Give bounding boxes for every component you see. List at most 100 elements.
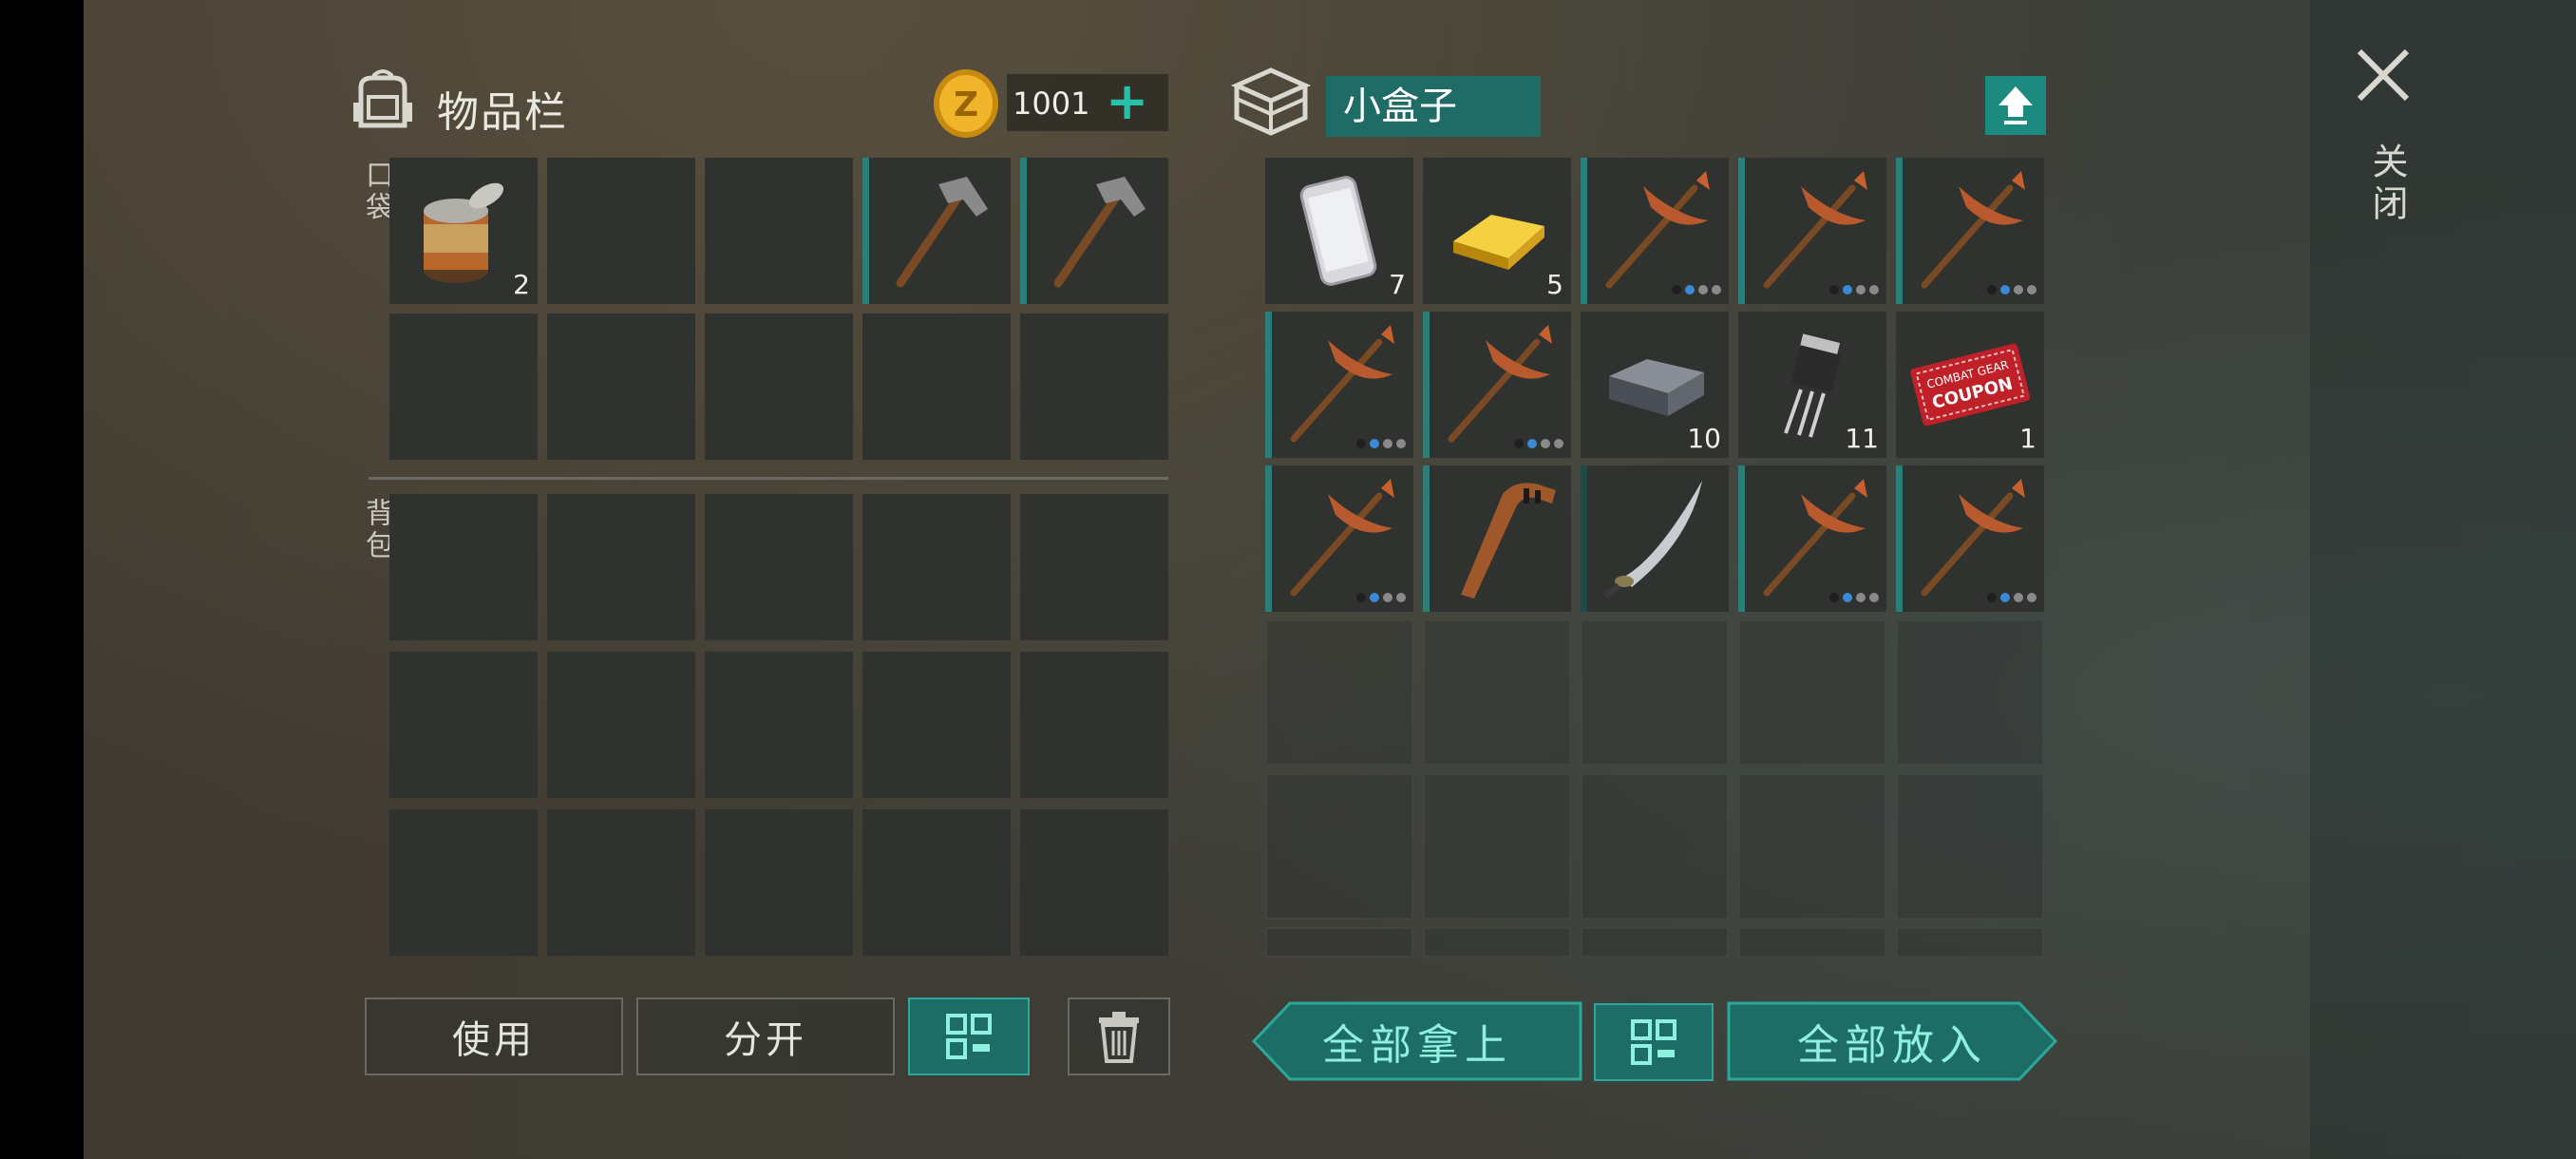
durability-bar — [1265, 312, 1272, 458]
container-slot-9[interactable]: 11 — [1738, 312, 1886, 458]
item-count: 7 — [1389, 269, 1406, 300]
backpack-slot[interactable] — [389, 652, 538, 798]
container-slot-11[interactable] — [1265, 466, 1413, 612]
upload-icon[interactable] — [1985, 76, 2046, 135]
hammer-icon — [896, 177, 988, 288]
close-label[interactable]: 关闭 — [2361, 142, 2414, 226]
durability-bar — [1738, 158, 1745, 304]
durability-dots — [1829, 285, 1879, 294]
durability-bar — [862, 158, 869, 304]
pocket-slot-2[interactable] — [547, 158, 695, 304]
backpack-slot[interactable] — [547, 494, 695, 640]
container-slot-4[interactable] — [1738, 158, 1886, 304]
canned-food-icon — [424, 182, 504, 283]
backpack-slot[interactable] — [862, 809, 1011, 956]
pickaxe-icon — [1921, 479, 2025, 597]
screen-edge — [0, 0, 84, 1159]
pocket-slot-3[interactable] — [705, 158, 853, 304]
pocket-slot-4[interactable] — [862, 158, 1011, 304]
container-empty-slot[interactable] — [1423, 619, 1571, 766]
backpack-slot[interactable] — [389, 494, 538, 640]
container-slot-1[interactable]: 7 — [1265, 158, 1413, 304]
container-slot-12[interactable] — [1423, 466, 1571, 612]
sword-icon — [1603, 481, 1702, 599]
backpack-slot[interactable] — [705, 809, 853, 956]
container-empty-slot[interactable] — [1265, 927, 1413, 958]
container-empty-slot[interactable] — [1423, 927, 1571, 958]
container-slot-5[interactable] — [1896, 158, 2044, 304]
container-slot-15[interactable] — [1896, 466, 2044, 612]
container-empty-slot[interactable] — [1423, 773, 1571, 920]
backpack-slot[interactable] — [862, 652, 1011, 798]
container-empty-slot[interactable] — [1581, 927, 1729, 958]
container-slot-14[interactable] — [1738, 466, 1886, 612]
container-empty-slot[interactable] — [1896, 619, 2044, 766]
container-slot-10[interactable]: COMBAT GEAR COUPON 1 — [1896, 312, 2044, 458]
pickaxe-icon — [1290, 479, 1394, 597]
durability-bar — [1896, 466, 1903, 612]
pocket-slot-1[interactable]: 2 — [389, 158, 538, 304]
container-empty-slot[interactable] — [1896, 927, 2044, 958]
durability-dots — [1829, 593, 1879, 602]
sort-inventory-button[interactable] — [908, 998, 1030, 1075]
backpack-slot[interactable] — [1020, 652, 1168, 798]
container-empty-slot[interactable] — [1896, 773, 2044, 920]
item-count: 5 — [1546, 269, 1563, 300]
container-slot-6[interactable] — [1265, 312, 1413, 458]
hockey-stick-icon — [1461, 483, 1556, 598]
pocket-slot-7[interactable] — [547, 314, 695, 460]
durability-bar — [1423, 466, 1430, 612]
coupon-icon: COMBAT GEAR COUPON — [1910, 343, 2031, 427]
backpack-slot[interactable] — [389, 809, 538, 956]
inventory-title: 物品栏 — [437, 88, 568, 137]
backpack-icon — [353, 69, 412, 128]
backpack-slot[interactable] — [1020, 809, 1168, 956]
pocket-slot-8[interactable] — [705, 314, 853, 460]
container-empty-slot[interactable] — [1265, 773, 1413, 920]
backpack-slot[interactable] — [705, 494, 853, 640]
take-all-label: 全部拿上 — [1322, 1021, 1512, 1070]
backpack-slot[interactable] — [547, 809, 695, 956]
svg-text:Z: Z — [954, 86, 978, 124]
use-button[interactable]: 使用 — [365, 998, 623, 1075]
split-button[interactable]: 分开 — [636, 998, 895, 1075]
trash-button[interactable] — [1068, 998, 1170, 1075]
pocket-slot-6[interactable] — [389, 314, 538, 460]
durability-dots — [1356, 593, 1406, 602]
take-all-button[interactable]: 全部拿上 — [1250, 1001, 1584, 1081]
item-count: 11 — [1845, 423, 1879, 454]
durability-bar — [1581, 466, 1587, 612]
container-empty-slot[interactable] — [1738, 619, 1886, 766]
grid-sort-icon — [946, 1014, 992, 1059]
container-slot-7[interactable] — [1423, 312, 1571, 458]
backpack-slot[interactable] — [547, 652, 695, 798]
container-empty-slot[interactable] — [1265, 619, 1413, 766]
container-slot-13[interactable] — [1581, 466, 1729, 612]
container-empty-slot[interactable] — [1738, 927, 1886, 958]
put-all-button[interactable]: 全部放入 — [1725, 1001, 2059, 1081]
pocket-slot-10[interactable] — [1020, 314, 1168, 460]
container-slot-2[interactable]: 5 — [1423, 158, 1571, 304]
close-panel — [2310, 0, 2576, 1159]
box-icon — [1230, 67, 1312, 136]
container-name-field[interactable]: 小盒子 — [1326, 76, 1541, 137]
container-slot-3[interactable] — [1581, 158, 1729, 304]
durability-bar — [1265, 466, 1272, 612]
backpack-slot[interactable] — [862, 494, 1011, 640]
item-count: 2 — [513, 269, 530, 300]
durability-dots — [1672, 285, 1721, 294]
pickaxe-icon — [1290, 325, 1394, 443]
plus-icon[interactable]: + — [1106, 76, 1148, 127]
coin-icon: Z — [934, 69, 998, 138]
container-empty-slot[interactable] — [1581, 773, 1729, 920]
container-empty-slot[interactable] — [1581, 619, 1729, 766]
container-empty-slot[interactable] — [1738, 773, 1886, 920]
backpack-slot[interactable] — [705, 652, 853, 798]
sort-container-button[interactable] — [1594, 1003, 1714, 1081]
backpack-slot[interactable] — [1020, 494, 1168, 640]
container-slot-8[interactable]: 10 — [1581, 312, 1729, 458]
close-icon[interactable] — [2354, 46, 2413, 104]
hammer-icon — [1053, 177, 1146, 288]
pocket-slot-5[interactable] — [1020, 158, 1168, 304]
pocket-slot-9[interactable] — [862, 314, 1011, 460]
